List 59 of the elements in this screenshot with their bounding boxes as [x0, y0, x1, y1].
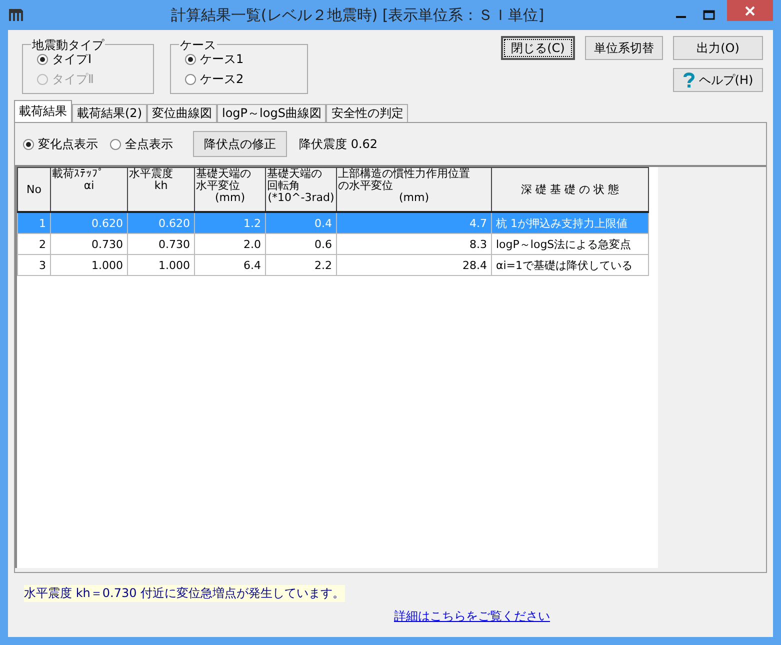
table-cell: 8.3 — [336, 234, 492, 254]
tab[interactable]: 変位曲線図 — [147, 104, 217, 122]
correct-yield-button[interactable]: 降伏点の修正 — [193, 131, 287, 157]
button[interactable]: 出力(O) — [673, 36, 763, 60]
table-row[interactable]: 2 0.730 0.730 2.0 0.6 8.3 logP～logS法による急変点 — [18, 234, 648, 254]
table-cell: logP～logS法による急変点 — [492, 234, 648, 254]
column-header: 基礎天端の水平変位 — [196, 168, 251, 192]
help-icon — [682, 72, 695, 88]
close-icon — [745, 6, 755, 16]
table-cell: 0.620 — [50, 212, 128, 234]
table-cell: 1 — [18, 212, 50, 234]
column-unit: (*10^-3rad) — [267, 192, 335, 204]
table-cell: 0.730 — [50, 234, 128, 254]
window-title: 計算結果一覧(レベル２地震時) [表示単位系：ＳＩ単位] — [170, 6, 546, 24]
tab[interactable]: 安全性の判定 — [326, 104, 408, 122]
tab[interactable]: logP～logS曲線図 — [217, 104, 326, 122]
column-unit: (mm) — [398, 192, 430, 204]
radio-button[interactable]: ケース1 — [185, 51, 307, 68]
tab[interactable]: 載荷結果(2) — [72, 104, 147, 122]
details-link[interactable]: 詳細はこちらをご覧ください — [394, 608, 550, 625]
column-unit: αi — [82, 180, 96, 192]
table-cell: 6.4 — [194, 254, 266, 276]
table-cell: 4.7 — [336, 212, 492, 234]
column-header: 上部構造の慣性力作用位置の水平変位 — [338, 168, 470, 192]
table-cell: 28.4 — [336, 254, 492, 276]
table-cell: 2 — [18, 234, 50, 254]
table-cell: 1.000 — [50, 254, 128, 276]
table-cell: 1.000 — [128, 254, 194, 276]
table-row[interactable]: 3 1.000 1.000 6.4 2.2 28.4 αi=1で基礎は降伏している — [18, 254, 648, 276]
column-header: 載荷ｽﾃｯﾌﾟ — [52, 168, 105, 180]
table-cell: αi=1で基礎は降伏している — [492, 254, 648, 276]
table-cell: 杭 1が押込み支持力上限値 — [492, 212, 648, 234]
table-cell: 0.620 — [128, 212, 194, 234]
table-cell: 0.6 — [266, 234, 336, 254]
maximize-icon — [703, 10, 715, 20]
table-cell: 2.2 — [266, 254, 336, 276]
group-label: 地震動タイプ — [31, 37, 105, 54]
radio-button[interactable]: ケース2 — [185, 71, 307, 88]
button[interactable]: 閉じる(C) — [501, 36, 575, 60]
radio-button[interactable]: 変化点表示 — [23, 136, 98, 152]
table-cell: 2.0 — [194, 234, 266, 254]
column-header: 基礎天端の回転角 — [267, 168, 322, 192]
column-header: No — [26, 184, 42, 196]
close-button[interactable] — [727, 0, 773, 21]
column-unit: (mm) — [214, 192, 246, 204]
column-unit: kh — [153, 180, 169, 192]
yield-reading: 降伏震度 0.62 — [299, 136, 378, 152]
table-cell: 0.4 — [266, 212, 336, 234]
tab[interactable]: 載荷結果 — [14, 100, 72, 122]
status-message: 水平震度 kh＝0.730 付近に変位急増点が発生しています。 — [24, 585, 345, 602]
radio-button[interactable]: 全点表示 — [110, 136, 173, 152]
column-header: 深 礎 基 礎 の 状 態 — [520, 184, 620, 196]
button[interactable]: 単位系切替 — [585, 36, 663, 60]
button[interactable]: ヘルプ(H) — [673, 68, 763, 92]
app-icon — [8, 6, 24, 22]
table-cell: 0.730 — [128, 234, 194, 254]
column-header: 水平震度 — [129, 168, 174, 180]
table-cell: 3 — [18, 254, 50, 276]
table-cell: 1.2 — [194, 212, 266, 234]
